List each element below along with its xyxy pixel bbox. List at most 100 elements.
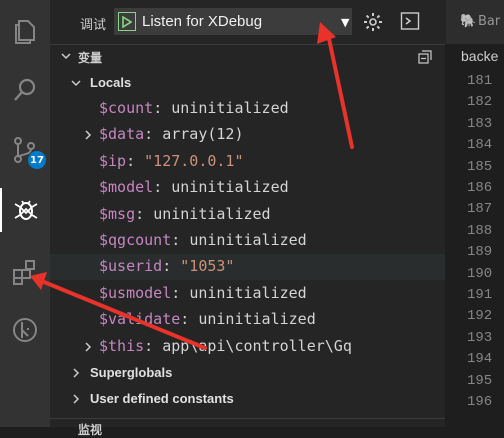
variable-text: $validate: uninitialized [99,310,316,328]
chevron-down-icon[interactable]: ▼ [341,16,349,29]
search-icon[interactable] [0,68,50,112]
variable-value: "127.0.0.1" [144,151,244,170]
variable-text: $count: uninitialized [99,99,289,117]
variable-text: $this: app\api\controller\Gq [99,337,352,355]
breadcrumb[interactable]: backe [461,48,498,64]
chevron-right-icon [73,368,80,378]
variable-row[interactable]: $msg: uninitialized [50,202,445,228]
line-number: 186 [467,180,493,196]
variable-value: uninitialized [153,204,271,223]
line-number: 196 [467,394,493,410]
chevron-right-icon [85,130,92,140]
variable-text: $usmodel: uninitialized [99,284,307,302]
chevron-right-icon [85,342,92,352]
variable-text: $model: uninitialized [99,178,289,196]
scope-label: Locals [90,75,132,90]
chevron-right-icon [73,394,80,404]
variable-row[interactable]: $validate: uninitialized [50,307,445,333]
debug-toolbar: 调试 Listen for XDebug ▼ [50,0,445,44]
variable-row[interactable]: $usmodel: uninitialized [50,281,445,307]
variable-name: $userid [99,257,163,276]
variable-row[interactable]: $data: array(12) [50,122,445,148]
scope-user-constants[interactable]: User defined constants [50,386,445,412]
debug-icon[interactable] [0,188,50,232]
variable-name: $usmodel [99,283,172,302]
line-number: 183 [467,115,493,132]
variable-name: $msg [99,204,136,223]
editor-area: 🐘 Bar backe 181 182 183 184 185 186 187 188 189 1… [445,0,504,427]
variable-text: $userid: "1053" [99,257,234,275]
variable-text: $msg: uninitialized [99,205,271,223]
chevron-down-icon [71,80,81,87]
scope-label: User defined constants [90,391,234,406]
variable-value: uninitialized [171,99,289,117]
debug-sidebar: 调试 Listen for XDebug ▼ 变量 Locals $count:… [50,0,445,437]
tab-label: Bar [478,14,501,29]
line-number: 184 [467,137,493,154]
gear-icon[interactable] [363,12,383,32]
scope-superglobals[interactable]: Superglobals [50,360,445,386]
play-icon [122,15,132,28]
line-number: 195 [467,372,493,389]
separator: : [180,310,199,329]
debug-label: 调试 [80,18,107,33]
php-file-icon: 🐘 [460,14,477,29]
line-number: 191 [467,287,493,303]
watch-section-title: 监视 [78,423,103,437]
editor-tab[interactable]: 🐘 Bar [445,0,504,44]
variable-text: $ip: "127.0.0.1" [99,152,244,170]
variable-name: $qgcount [99,231,172,249]
variable-value: uninitialized [189,283,307,302]
tab-bar: 🐘 Bar [445,0,504,44]
variable-value: array(12) [162,125,244,144]
remote-icon[interactable] [0,308,50,352]
line-number: 192 [467,308,493,325]
variable-row[interactable]: $qgcount: uninitialized [50,228,445,254]
variable-value: uninitialized [198,310,316,329]
separator: : [171,231,190,249]
separator: : [135,204,154,223]
scope-locals[interactable]: Locals [50,70,445,96]
variable-row[interactable]: $ip: "127.0.0.1" [50,149,445,175]
scm-badge: 17 [28,151,46,169]
variables-section-header[interactable]: 变量 [50,44,445,69]
variable-row[interactable]: $model: uninitialized [50,175,445,201]
scope-label: Superglobals [90,365,173,380]
variable-name: $validate [99,310,181,329]
variable-value: "1053" [180,257,235,276]
start-debugging-button[interactable] [118,12,136,31]
line-number: 193 [467,329,493,346]
separator: : [126,151,145,170]
line-number: 189 [467,244,493,261]
variable-value: uninitialized [171,178,289,197]
line-number: 185 [467,158,493,175]
variables-section-title: 变量 [78,51,103,65]
variable-name: $data [99,125,145,144]
separator: : [153,178,172,197]
variable-name: $this [99,336,145,355]
variable-text: $data: array(12) [99,125,244,143]
variable-row[interactable]: $this: app\api\controller\Gq [50,334,445,360]
variable-row[interactable]: $userid: "1053" [50,254,445,281]
separator: : [162,257,181,276]
separator: : [144,125,163,144]
separator: : [153,99,172,117]
variable-name: $ip [99,151,127,170]
line-number: 188 [467,222,493,239]
variable-value: uninitialized [189,231,307,249]
separator: : [144,336,163,355]
line-number: 190 [467,265,493,282]
variable-text: $qgcount: uninitialized [99,231,307,249]
collapse-all-icon[interactable] [418,50,432,64]
variable-value: app\api\controller\Gq [162,336,352,355]
line-number: 194 [467,351,493,368]
files-icon[interactable] [0,10,50,54]
variable-name: $model [99,178,154,197]
extensions-icon[interactable] [0,250,50,294]
debug-console-icon[interactable] [400,11,420,31]
line-number: 181 [467,73,493,89]
separator: : [171,283,190,302]
line-number: 182 [467,94,493,111]
variable-row[interactable]: $count: uninitialized [50,96,445,122]
launch-config-select[interactable]: Listen for XDebug ▼ [114,8,352,35]
